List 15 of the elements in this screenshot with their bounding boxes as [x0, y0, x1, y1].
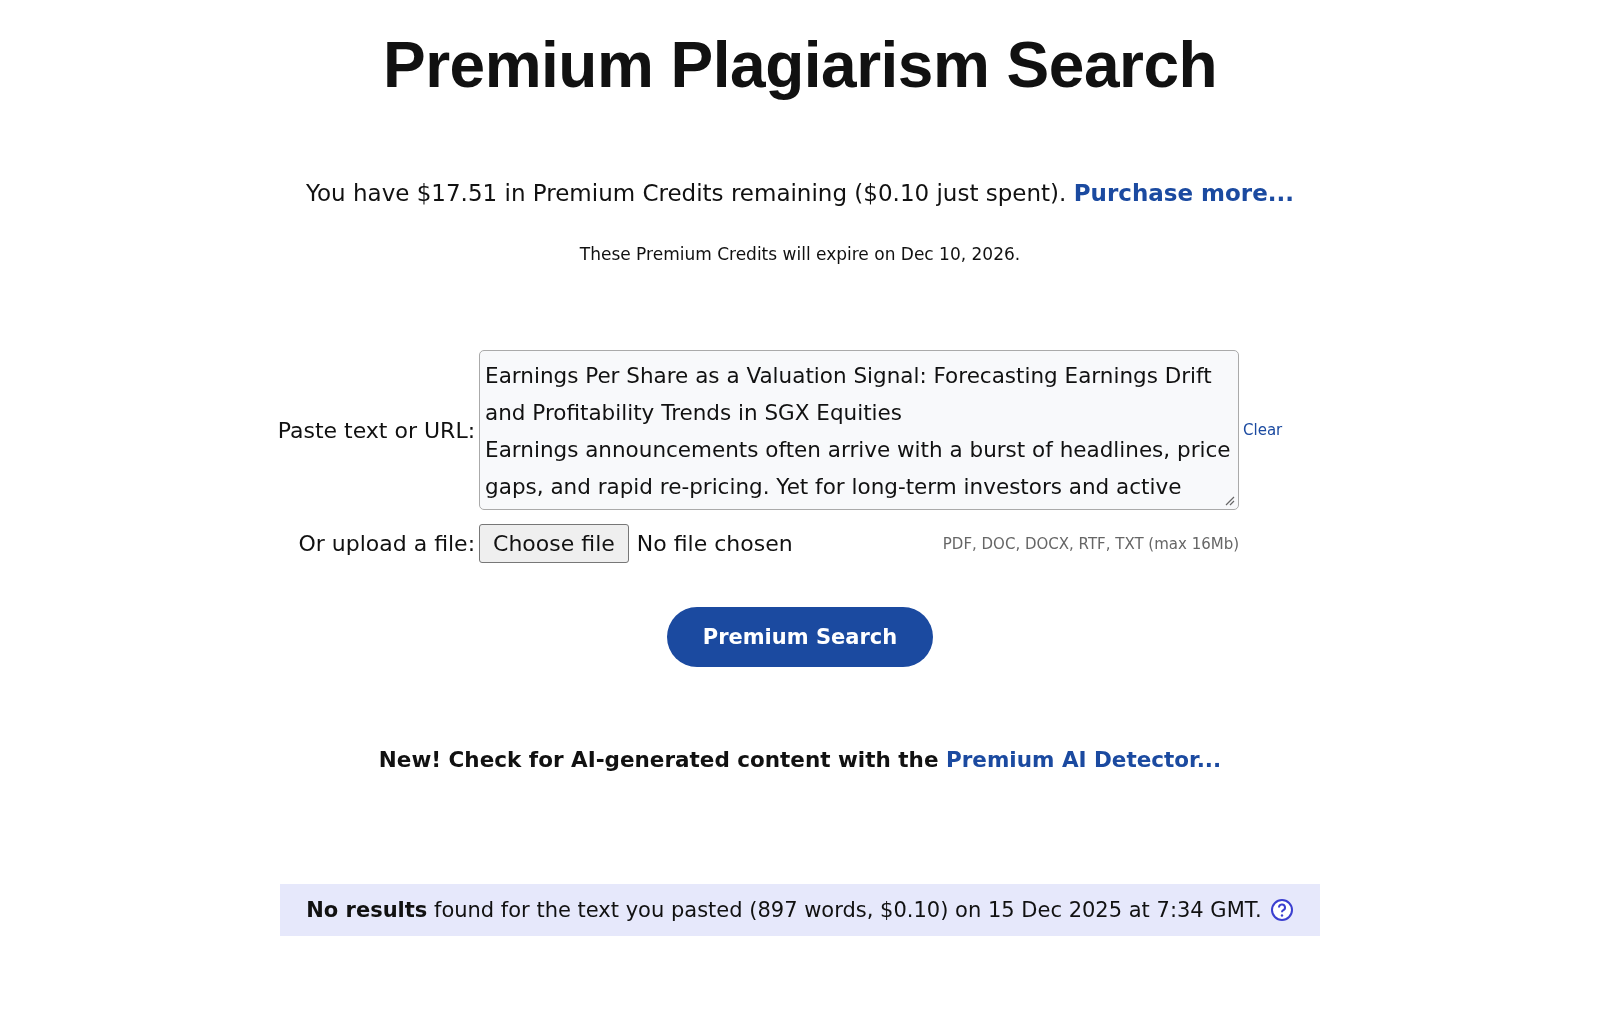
credits-sentence: You have $17.51 in Premium Credits remaining ($0.10 just spent). Purchase more...: [306, 180, 1294, 206]
ai-detector-notice: New! Check for AI-generated content with the Premium AI Detector...: [378, 747, 1222, 772]
choose-file-button[interactable]: Choose file: [479, 524, 629, 563]
paste-text-field[interactable]: Earnings Per Share as a Valuation Signal: Forecasting Earnings Drift and Profitability Trends in SGX Equities Earnings announcements often arrive with a burst of headlines, price gaps, and rapid re-pricing. Yet for long-term investors and active: [479, 350, 1240, 510]
purchase-more-link[interactable]: Purchase more...: [1073, 180, 1294, 206]
premium-search-button[interactable]: Premium Search: [666, 607, 934, 667]
paste-label: Paste text or URL:: [277, 417, 476, 443]
clear-link[interactable]: Clear: [1243, 421, 1283, 439]
expiry-note: These Premium Credits will expire on Dec 10, 2026.: [579, 244, 1021, 264]
file-types-hint: PDF, DOC, DOCX, RTF, TXT (max 16Mb): [942, 534, 1240, 553]
ai-detector-link[interactable]: Premium AI Detector...: [946, 747, 1222, 772]
upload-label: Or upload a file:: [297, 531, 476, 556]
result-message: No results found for the text you pasted (897 words, $0.10) on 15 Dec 2025 at 7:34 GMT.: [306, 898, 1262, 922]
page-title: Premium Plagiarism Search: [382, 28, 1218, 102]
file-status: No file chosen: [636, 531, 793, 556]
